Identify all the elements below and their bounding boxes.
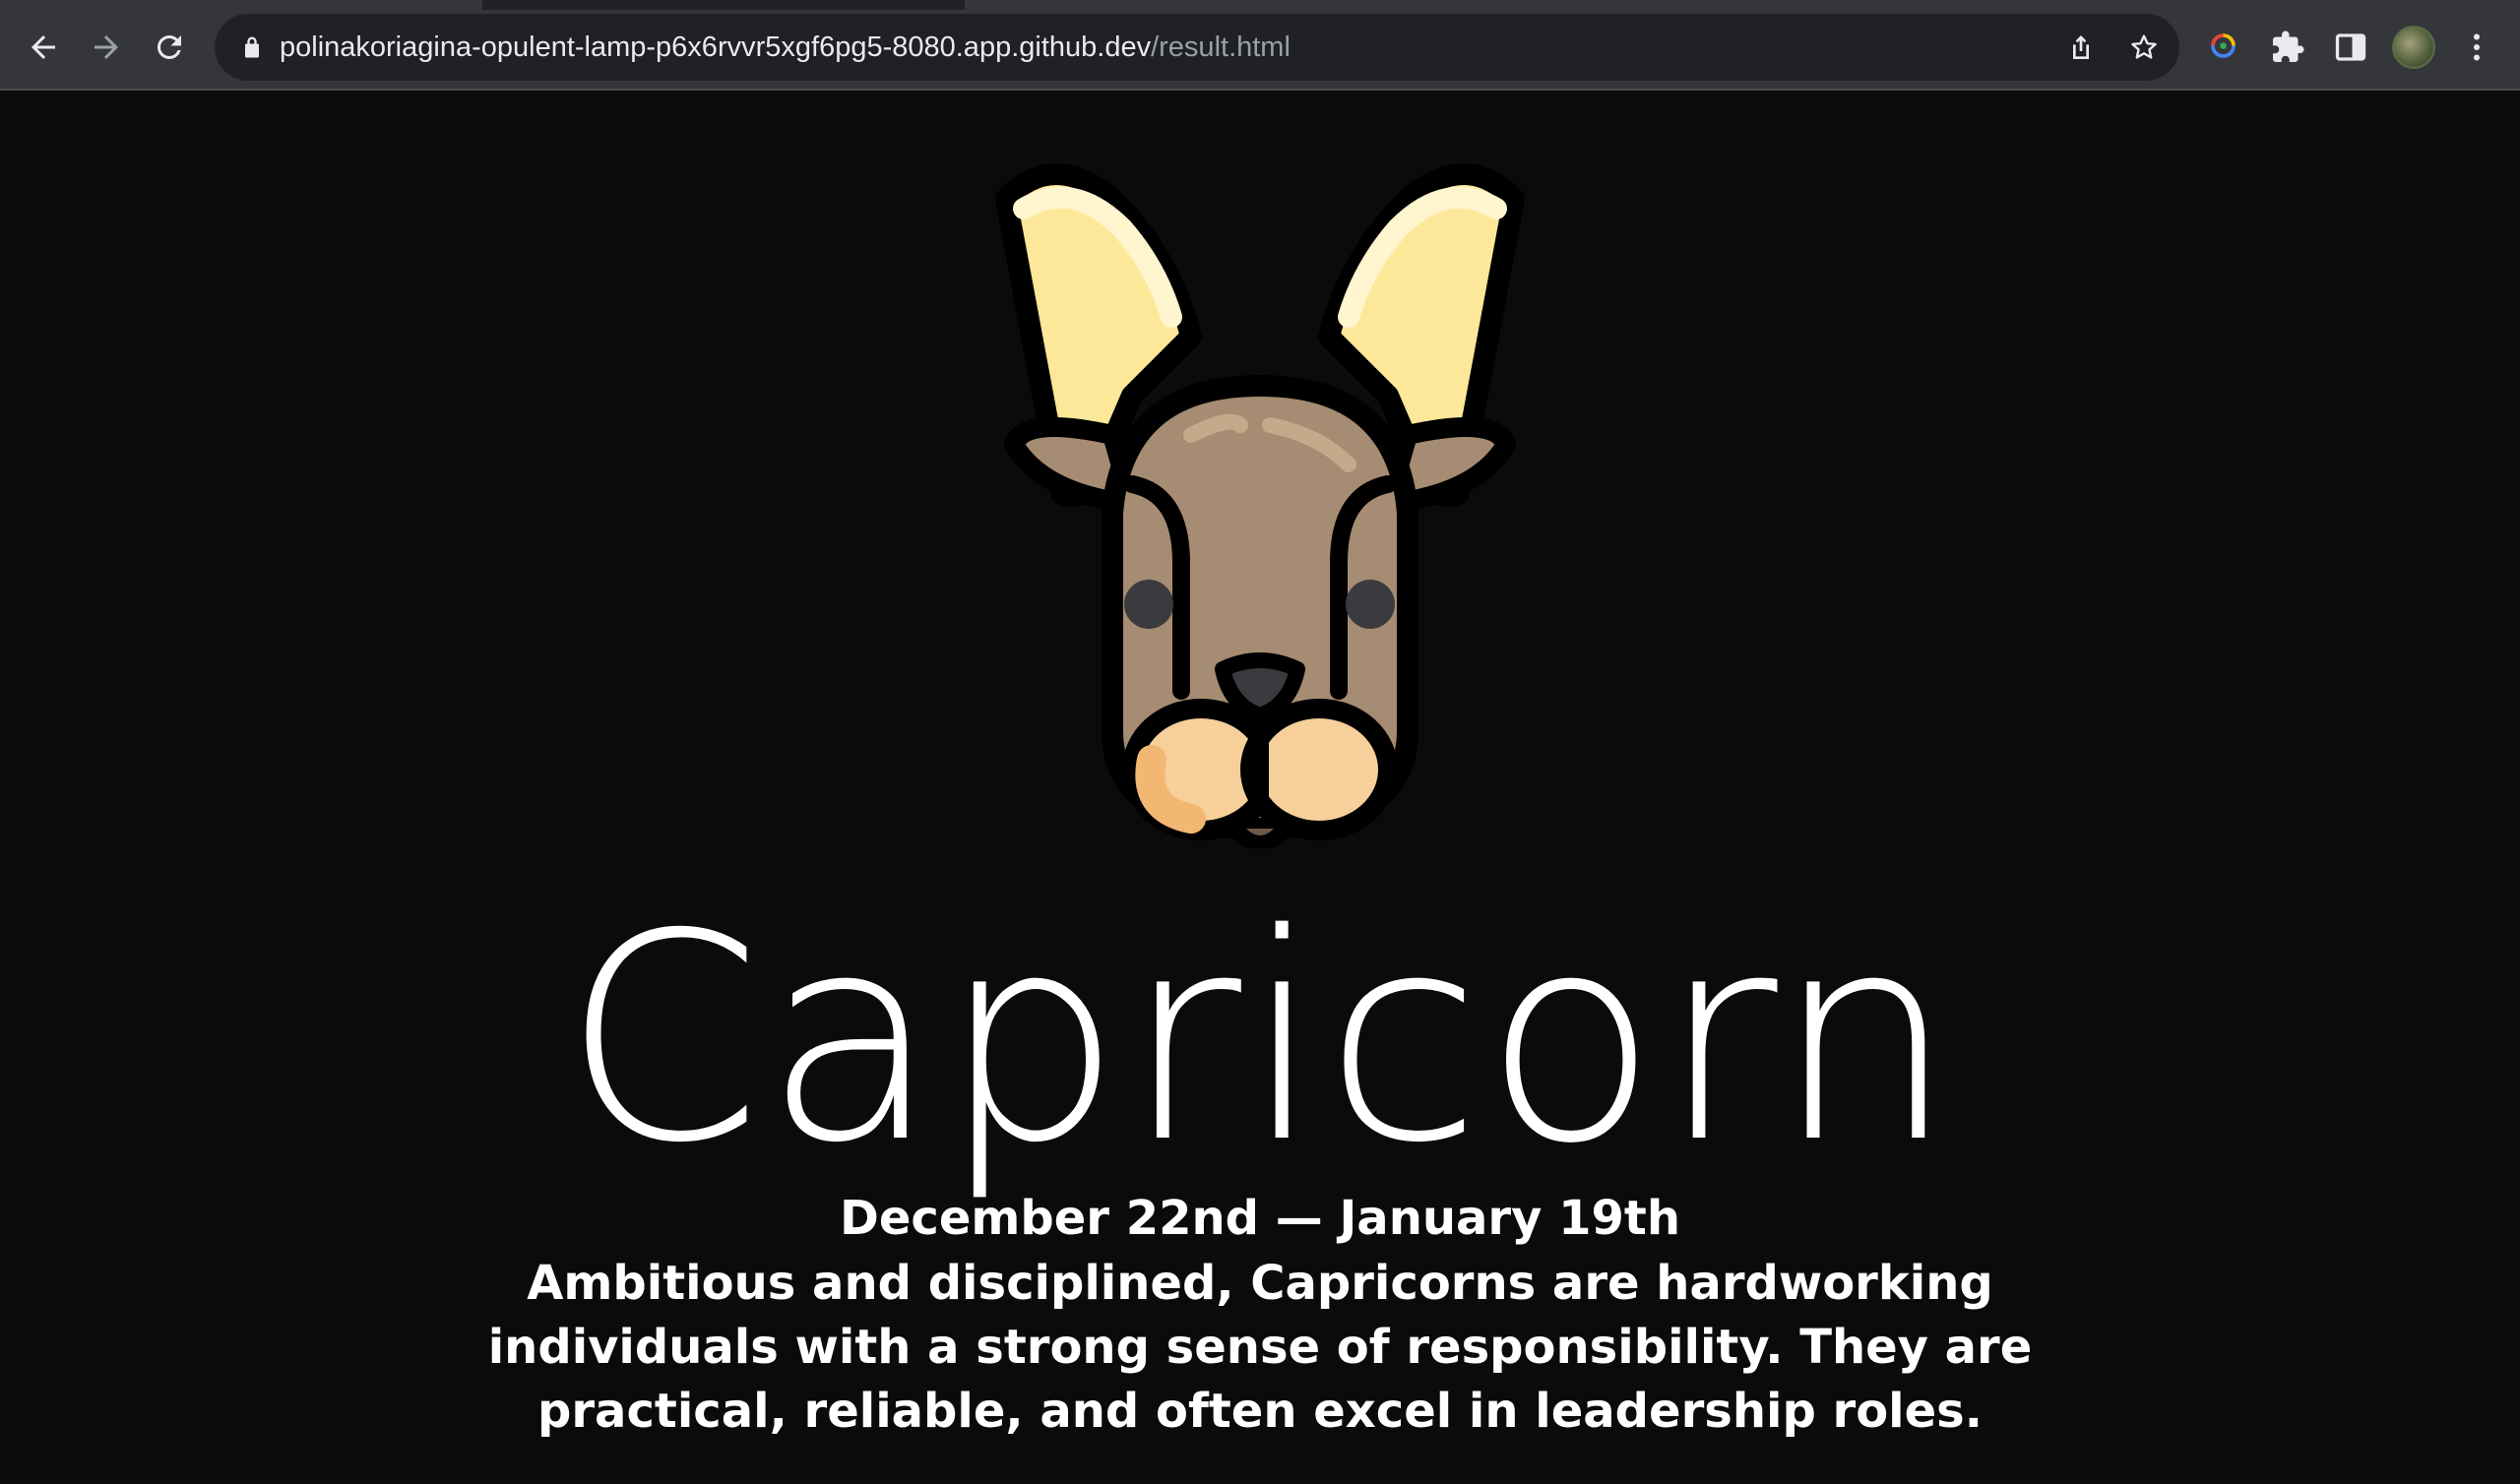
url-host: polinakoriagina-opulent-lamp-p6x6rvvr5xg… [280, 31, 1152, 63]
google-lens-icon [2211, 33, 2236, 58]
lock-icon[interactable] [238, 33, 266, 61]
star-icon [2131, 34, 2157, 59]
profile-avatar[interactable] [2392, 26, 2435, 69]
extensions-button[interactable] [2264, 24, 2311, 71]
share-button[interactable] [2061, 28, 2101, 67]
result-page: Capricorn December 22nd — January 19th A… [0, 91, 2520, 1484]
google-lens-extension-button[interactable] [2201, 24, 2248, 71]
forward-button[interactable] [79, 20, 134, 75]
side-panel-button[interactable] [2327, 24, 2374, 71]
arrow-left-icon [32, 35, 55, 59]
address-bar[interactable]: polinakoriagina-opulent-lamp-p6x6rvvr5xg… [215, 14, 2179, 81]
share-icon [2073, 35, 2089, 59]
reload-icon [158, 34, 181, 59]
capricorn-goat-illustration [995, 163, 1525, 848]
bookmark-button[interactable] [2124, 28, 2164, 67]
browser-toolbar: polinakoriagina-opulent-lamp-p6x6rvvr5xg… [0, 0, 2520, 91]
back-button[interactable] [16, 20, 71, 75]
browser-menu-button[interactable] [2453, 24, 2500, 71]
sign-description: Ambitious and disciplined, Capricorns ar… [487, 1256, 2033, 1439]
arrow-right-icon [94, 35, 118, 59]
tab-edge[interactable] [965, 0, 2520, 10]
sign-dates: December 22nd — January 19th [839, 1191, 1681, 1246]
tab-edge[interactable] [0, 0, 482, 10]
url-path: /result.html [1151, 31, 1291, 63]
tab-strip [0, 0, 2520, 10]
side-panel-icon [2335, 33, 2366, 61]
url-text[interactable]: polinakoriagina-opulent-lamp-p6x6rvvr5xg… [280, 14, 1291, 81]
kebab-menu-icon [2474, 33, 2480, 61]
sign-title: Capricorn [562, 874, 1958, 1206]
puzzle-icon [2273, 31, 2304, 62]
reload-button[interactable] [142, 20, 197, 75]
